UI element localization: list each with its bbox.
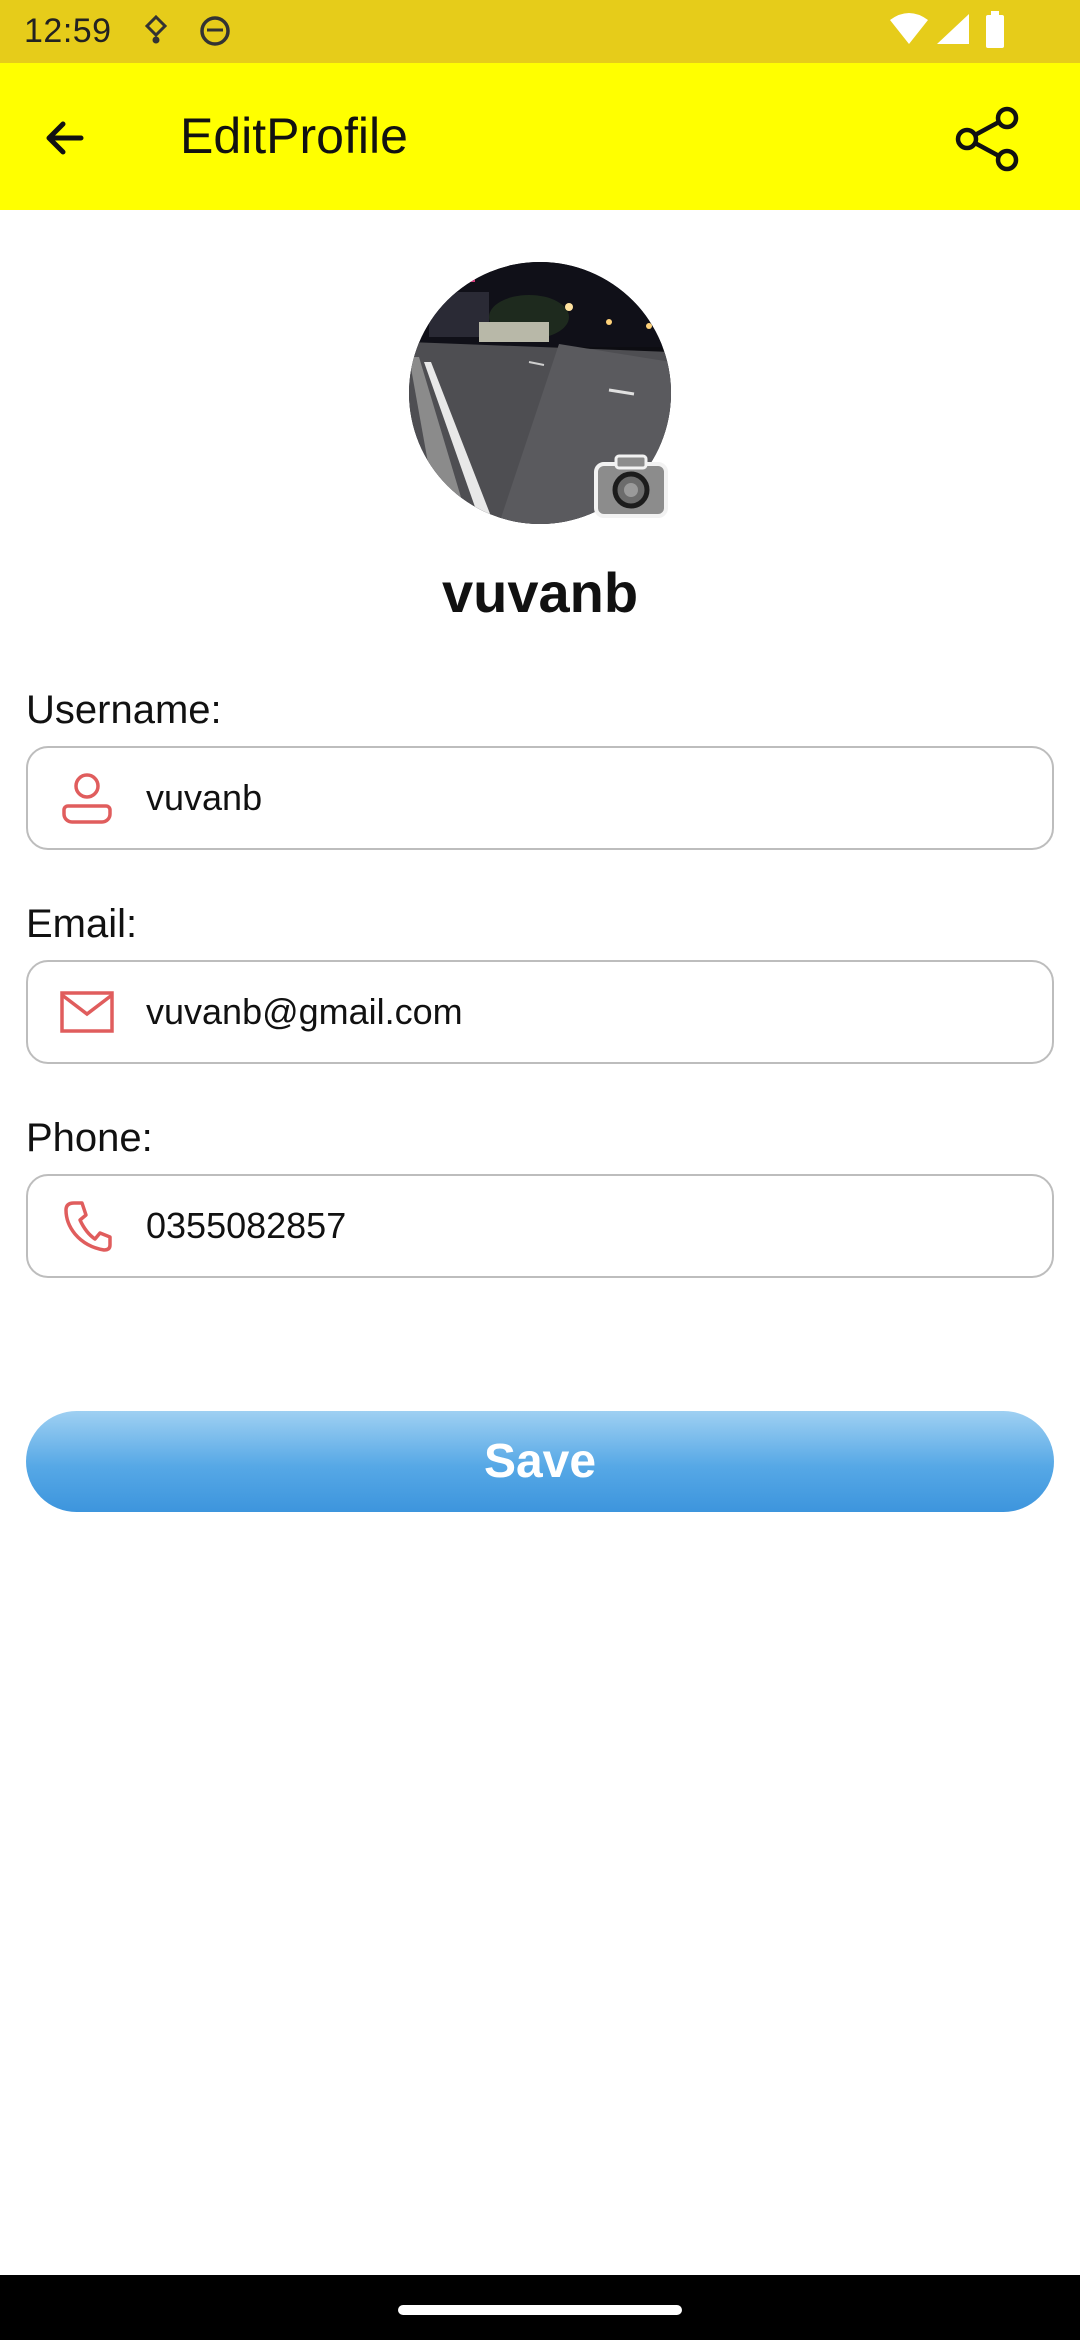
share-icon (955, 106, 1019, 172)
face-icon (198, 14, 232, 53)
username-input[interactable] (146, 768, 1026, 828)
camera-icon (594, 454, 668, 518)
signal-icon (935, 12, 971, 51)
email-field[interactable] (26, 960, 1054, 1064)
user-icon (28, 748, 146, 848)
phone-input[interactable] (146, 1196, 1026, 1256)
status-bar: 12:59 (0, 0, 1080, 63)
email-input[interactable] (146, 982, 1026, 1042)
status-time: 12:59 (24, 12, 112, 50)
system-nav-bar (0, 2275, 1080, 2340)
email-label: Email: (26, 902, 138, 946)
profile-display-name: vuvanb (441, 561, 639, 624)
phone-icon (28, 1176, 146, 1276)
arrow-left-icon (46, 121, 84, 155)
page-title: EditProfile (180, 108, 408, 164)
username-label: Username: (26, 688, 222, 732)
notification-icon (143, 14, 169, 51)
username-field[interactable] (26, 746, 1054, 850)
mail-icon (28, 962, 146, 1062)
save-button[interactable]: Save (26, 1411, 1054, 1512)
share-button[interactable] (950, 101, 1026, 177)
back-button[interactable] (30, 103, 100, 173)
phone-label: Phone: (26, 1116, 153, 1160)
home-gesture-handle[interactable] (398, 2305, 682, 2315)
change-photo-button[interactable] (590, 446, 672, 528)
phone-field[interactable] (26, 1174, 1054, 1278)
app-toolbar: EditProfile (0, 63, 1080, 210)
battery-icon (985, 11, 1005, 54)
wifi-icon (888, 12, 930, 51)
